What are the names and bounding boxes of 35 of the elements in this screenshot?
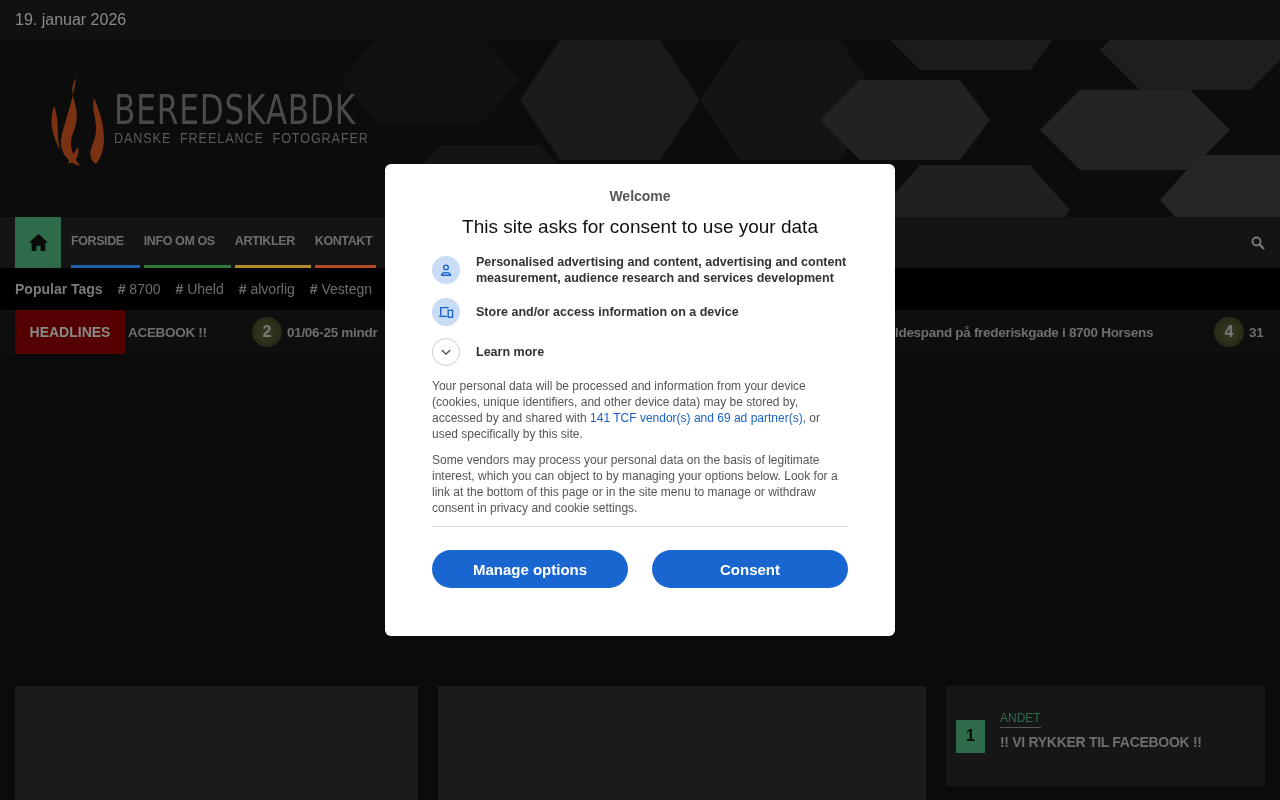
tag-link[interactable]: # alvorlig — [238, 281, 295, 297]
headline-link[interactable]: 31 — [1249, 324, 1264, 340]
rank-number: 1 — [956, 719, 985, 753]
headline-link[interactable]: 01/06-25 mindr — [287, 324, 378, 340]
dialog-title: This site asks for consent to use your data — [461, 216, 819, 238]
consent-paragraph: Your personal data will be processed and information from your device (cookies, unique identifiers, and other device data) may be stored by, accessed by and shared with 141 TCF vendor(s) and 69 ad partner(s), or used specifically by this site. — [432, 378, 821, 442]
tags-label: Popular Tags — [15, 281, 103, 297]
tag-link[interactable]: # 8700 — [117, 281, 161, 297]
thumbnail-number: 4 — [1214, 317, 1244, 347]
logo-subtitle: DANSKE FREELANCE FOTOGRAFER — [114, 130, 370, 146]
tag-link[interactable]: # Vestegn — [309, 281, 373, 297]
purpose-text: Store and/or access information on a device — [476, 304, 739, 320]
headline-link[interactable]: ldespand på frederiskgade i 8700 Horsens — [895, 324, 1154, 340]
learn-more-link[interactable]: Learn more — [476, 344, 545, 360]
devices-icon — [432, 298, 460, 326]
home-button[interactable] — [15, 217, 61, 268]
date-text: 19. januar 2026 — [15, 11, 127, 29]
thumbnail-number: 2 — [252, 317, 282, 347]
welcome-text: Welcome — [608, 188, 672, 204]
chevron-icon — [441, 348, 451, 356]
consent-button[interactable]: Consent — [652, 550, 848, 588]
search-icon[interactable] — [1251, 235, 1265, 250]
post-title[interactable]: !! VI RYKKER TIL FACEBOOK !! — [1000, 733, 1202, 750]
consent-paragraph: Some vendors may process your personal data on the basis of legitimate interest, which you can object to by managing your options below. Look for a link at the bottom of this page or in the site menu to manage or withdraw consent in privacy and cookie settings. — [432, 452, 839, 516]
expand-button[interactable] — [432, 338, 460, 366]
manage-options-button[interactable]: Manage options — [432, 550, 628, 588]
tag-link[interactable]: # Uheld — [175, 281, 224, 297]
vendors-link[interactable]: 141 TCF vendor(s) and 69 ad partner(s) — [590, 411, 803, 425]
home-icon — [27, 233, 49, 252]
purpose-text: Personalised advertising and content, advertising and content measurement, audience research and services development — [476, 254, 848, 286]
logo-title: BEREDSKABDK — [114, 90, 357, 130]
headline-link[interactable]: ACEBOOK !! — [128, 324, 207, 340]
person-icon — [432, 256, 460, 284]
category-link[interactable]: ANDET — [1000, 710, 1041, 728]
headlines-label: HEADLINES — [15, 310, 125, 354]
